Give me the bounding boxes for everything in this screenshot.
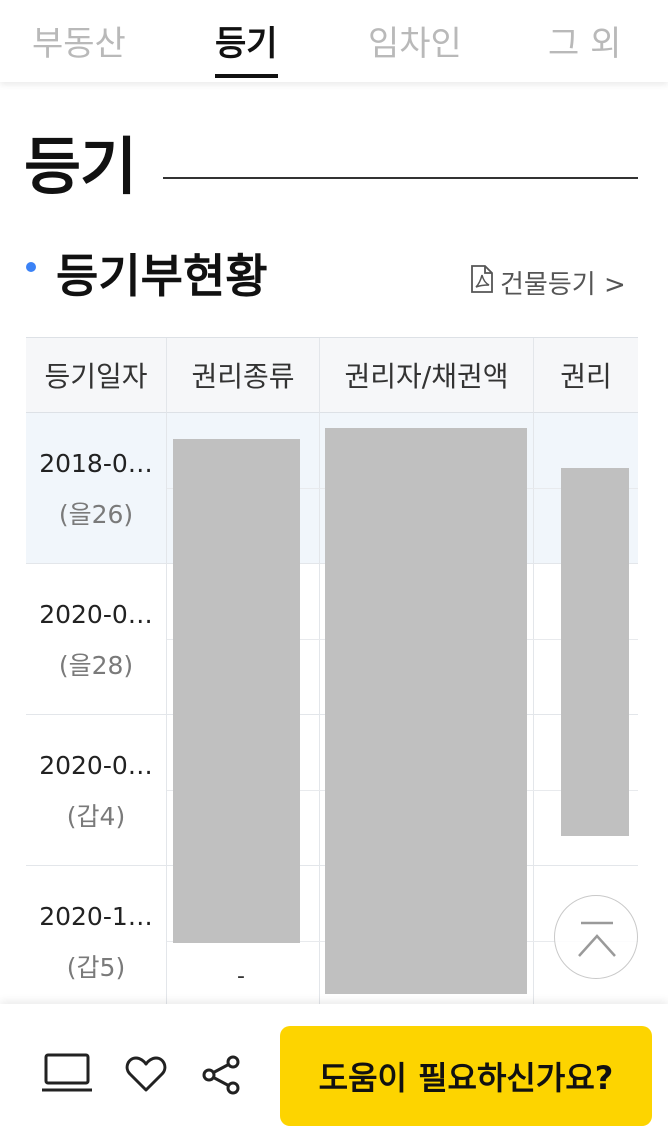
empty-value: - <box>237 964 245 989</box>
redacted-block <box>173 439 300 943</box>
page-title: 등기 <box>24 130 137 203</box>
help-button[interactable]: 도움이 필요하신가요? <box>280 1026 652 1126</box>
pdf-icon <box>470 264 500 300</box>
laptop-icon[interactable] <box>40 1052 94 1098</box>
tab-registry[interactable]: 등기 <box>215 16 278 78</box>
registry-rank: (을26) <box>58 500 134 529</box>
registry-date: 2020-0… <box>39 751 153 780</box>
building-registry-label: 건물등기 > <box>500 269 626 300</box>
date-cell: 2020-0… (을28) <box>26 564 167 715</box>
tab-tenant[interactable]: 임차인 <box>368 16 462 66</box>
date-cell: 2020-1… (갑5) <box>26 866 167 1007</box>
registry-title: 등기부현황 <box>56 249 268 303</box>
date-cell: 2018-0… (을26) <box>26 413 167 564</box>
column-header: 권리자/채권액 <box>320 338 534 413</box>
registry-rank: (을28) <box>58 651 134 680</box>
top-tab-bar: 부동산 등기 임차인 그 외 <box>0 0 668 82</box>
share-icon[interactable] <box>201 1055 241 1099</box>
column-header: 권리 <box>534 338 638 413</box>
bullet-icon <box>26 262 36 272</box>
redacted-block <box>325 428 527 994</box>
heart-icon[interactable] <box>125 1055 167 1097</box>
column-header: 권리종류 <box>167 338 320 413</box>
title-divider <box>163 177 638 179</box>
tab-other[interactable]: 그 외 <box>548 16 621 66</box>
column-header: 등기일자 <box>26 338 167 413</box>
redacted-block <box>561 468 629 836</box>
registry-rank: (갑4) <box>66 802 126 831</box>
arrow-up-icon <box>578 921 616 957</box>
bottom-action-bar: 도움이 필요하신가요? <box>0 1004 668 1133</box>
registry-date: 2020-0… <box>39 600 153 629</box>
registry-rank: (갑5) <box>66 953 126 982</box>
scroll-top-button[interactable] <box>554 895 638 979</box>
building-registry-link[interactable]: 건물등기 > <box>470 264 626 300</box>
tab-real-estate[interactable]: 부동산 <box>32 16 126 66</box>
date-cell: 2020-0… (갑4) <box>26 715 167 866</box>
registry-date: 2020-1… <box>39 902 153 931</box>
registry-date: 2018-0… <box>39 449 153 478</box>
